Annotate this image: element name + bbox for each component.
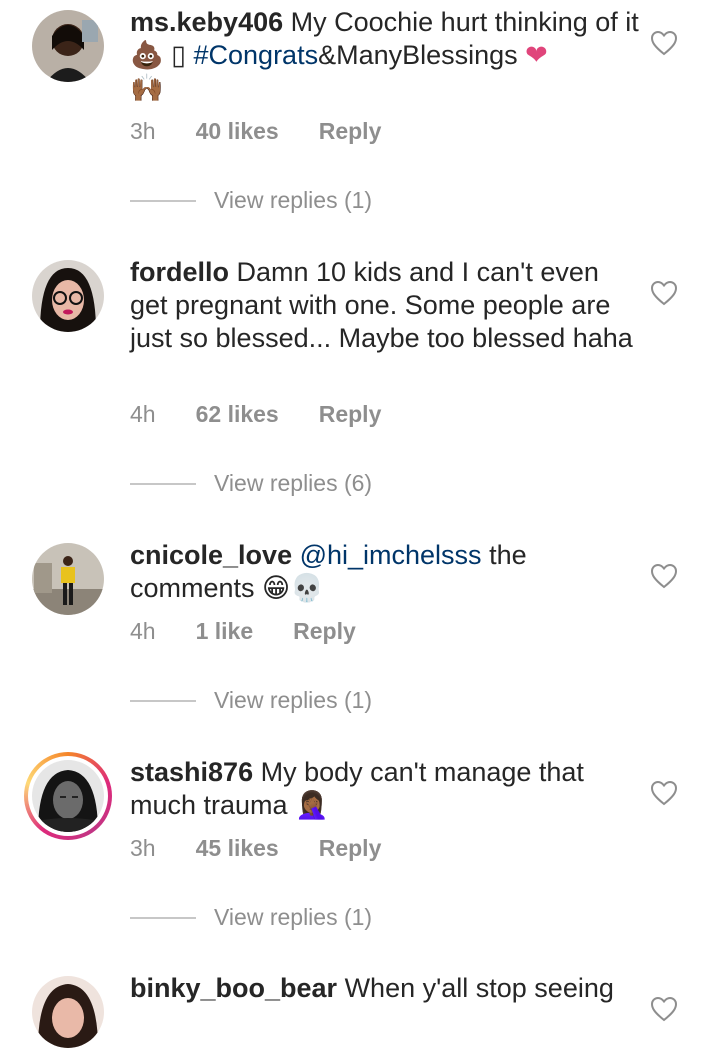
reply-button[interactable]: Reply (319, 401, 382, 428)
avatar[interactable] (32, 976, 104, 1048)
comment-time: 4h (130, 618, 156, 644)
comment-username[interactable]: stashi876 (130, 757, 253, 787)
comment-text: stashi876 My body can't manage that much… (130, 756, 640, 822)
mention-link[interactable]: @hi_imchelsss (292, 540, 482, 570)
like-heart-icon[interactable] (650, 996, 678, 1022)
view-replies-button[interactable]: View replies (1) (130, 904, 372, 931)
comment-body: When y'all stop seeing (337, 973, 614, 1003)
reply-button[interactable]: Reply (319, 835, 382, 862)
divider (130, 199, 196, 202)
comment-likes[interactable]: 45 likes (196, 835, 279, 862)
poop-emoji-icon: 💩 (130, 40, 164, 71)
view-replies-label: View replies (6) (214, 470, 373, 496)
comment-body-end: &ManyBlessings (318, 40, 526, 70)
avatar[interactable] (32, 260, 104, 332)
comment-username[interactable]: ms.keby406 (130, 7, 283, 37)
reply-button[interactable]: Reply (293, 618, 356, 645)
comment-meta: 4h 1 like Reply (130, 618, 356, 645)
heart-emoji-icon: ❤ (525, 40, 548, 71)
divider (130, 482, 196, 485)
comment-likes[interactable]: 62 likes (196, 401, 279, 428)
view-replies-button[interactable]: View replies (1) (130, 687, 372, 714)
comment-text: ms.keby406 My Coochie hurt thinking of i… (130, 6, 640, 105)
skull-emoji-icon: 💀 (290, 573, 324, 604)
raised-hands-emoji-icon: 🙌🏾 (130, 73, 164, 104)
comment-username[interactable]: cnicole_love (130, 540, 292, 570)
comment-meta: 3h 45 likes Reply (130, 835, 381, 862)
view-replies-label: View replies (1) (214, 187, 373, 213)
like-heart-icon[interactable] (650, 563, 678, 589)
comment-time: 3h (130, 118, 156, 144)
comment-likes[interactable]: 40 likes (196, 118, 279, 145)
comment-username[interactable]: binky_boo_bear (130, 973, 337, 1003)
facepalm-emoji-icon: 🤦🏾‍♀️ (295, 790, 329, 821)
comment-time: 3h (130, 835, 156, 861)
comment-text: binky_boo_bear When y'all stop seeing (130, 972, 640, 1005)
comment-likes[interactable]: 1 like (196, 618, 254, 645)
like-heart-icon[interactable] (650, 30, 678, 56)
like-heart-icon[interactable] (650, 280, 678, 306)
avatar[interactable] (32, 760, 104, 832)
divider (130, 699, 196, 702)
reply-button[interactable]: Reply (319, 118, 382, 145)
like-heart-icon[interactable] (650, 780, 678, 806)
view-replies-label: View replies (1) (214, 687, 373, 713)
comment-username[interactable]: fordello (130, 257, 229, 287)
avatar[interactable] (32, 543, 104, 615)
hashtag-link[interactable]: #Congrats (186, 40, 319, 70)
comment-text: cnicole_love @hi_imchelsss the comments … (130, 539, 640, 605)
avatar[interactable] (32, 10, 104, 82)
comment-text: fordello Damn 10 kids and I can't even g… (130, 256, 640, 355)
story-ring[interactable] (24, 752, 112, 840)
comment-body: My Coochie hurt thinking of it (283, 7, 639, 37)
comment-meta: 3h 40 likes Reply (130, 118, 381, 145)
comments-feed: ms.keby406 My Coochie hurt thinking of i… (0, 0, 720, 1048)
view-replies-label: View replies (1) (214, 904, 373, 930)
view-replies-button[interactable]: View replies (1) (130, 187, 372, 214)
missing-glyph: ▯ (171, 40, 186, 70)
comment-meta: 4h 62 likes Reply (130, 401, 381, 428)
grin-emoji-icon: 😁 (262, 573, 291, 604)
comment-time: 4h (130, 401, 156, 427)
view-replies-button[interactable]: View replies (6) (130, 470, 372, 497)
divider (130, 916, 196, 919)
